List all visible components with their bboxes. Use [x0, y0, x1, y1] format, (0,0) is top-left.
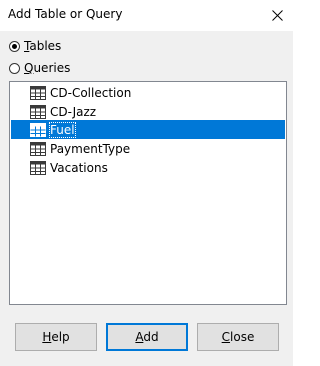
- table-icon: [30, 122, 46, 137]
- table-icon: [30, 104, 46, 119]
- close-window-button[interactable]: [264, 3, 290, 27]
- list-item-label: CD-Jazz: [50, 104, 97, 119]
- list-item-cd-collection[interactable]: CD-Collection: [11, 83, 285, 102]
- add-button-label: Add: [135, 330, 159, 344]
- list-item-label: CD-Collection: [50, 85, 132, 100]
- table-icon: [30, 160, 46, 175]
- help-button-label: Help: [42, 330, 70, 344]
- list-item-vacations[interactable]: Vacations: [11, 158, 285, 177]
- list-item-cd-jazz[interactable]: CD-Jazz: [11, 102, 285, 121]
- queries-radio-button[interactable]: [9, 62, 20, 74]
- close-button[interactable]: Close: [197, 323, 279, 351]
- queries-radio-option[interactable]: Queries: [9, 60, 70, 76]
- add-button[interactable]: Add: [106, 323, 188, 351]
- list-item-paymenttype[interactable]: PaymentType: [11, 139, 285, 158]
- add-table-or-query-dialog: Add Table or Query Tables Queries CD-Col…: [0, 0, 293, 366]
- tables-radio-label[interactable]: Tables: [24, 39, 61, 53]
- tables-radio-option[interactable]: Tables: [9, 38, 61, 54]
- table-icon: [30, 141, 46, 156]
- tables-radio-button[interactable]: [9, 40, 20, 52]
- close-button-label: Close: [221, 330, 255, 344]
- list-item-fuel[interactable]: Fuel: [11, 120, 285, 139]
- title-bar: Add Table or Query: [0, 0, 293, 30]
- list-item-label: PaymentType: [50, 141, 131, 156]
- help-button[interactable]: Help: [15, 323, 97, 351]
- list-item-label: Fuel: [49, 121, 76, 138]
- dialog-title: Add Table or Query: [8, 7, 123, 21]
- close-icon: [271, 9, 283, 21]
- table-list[interactable]: CD-Collection CD-Jazz Fuel PaymentType V…: [9, 81, 287, 305]
- list-item-label: Vacations: [50, 160, 108, 175]
- queries-radio-label[interactable]: Queries: [24, 61, 70, 75]
- table-icon: [30, 85, 46, 100]
